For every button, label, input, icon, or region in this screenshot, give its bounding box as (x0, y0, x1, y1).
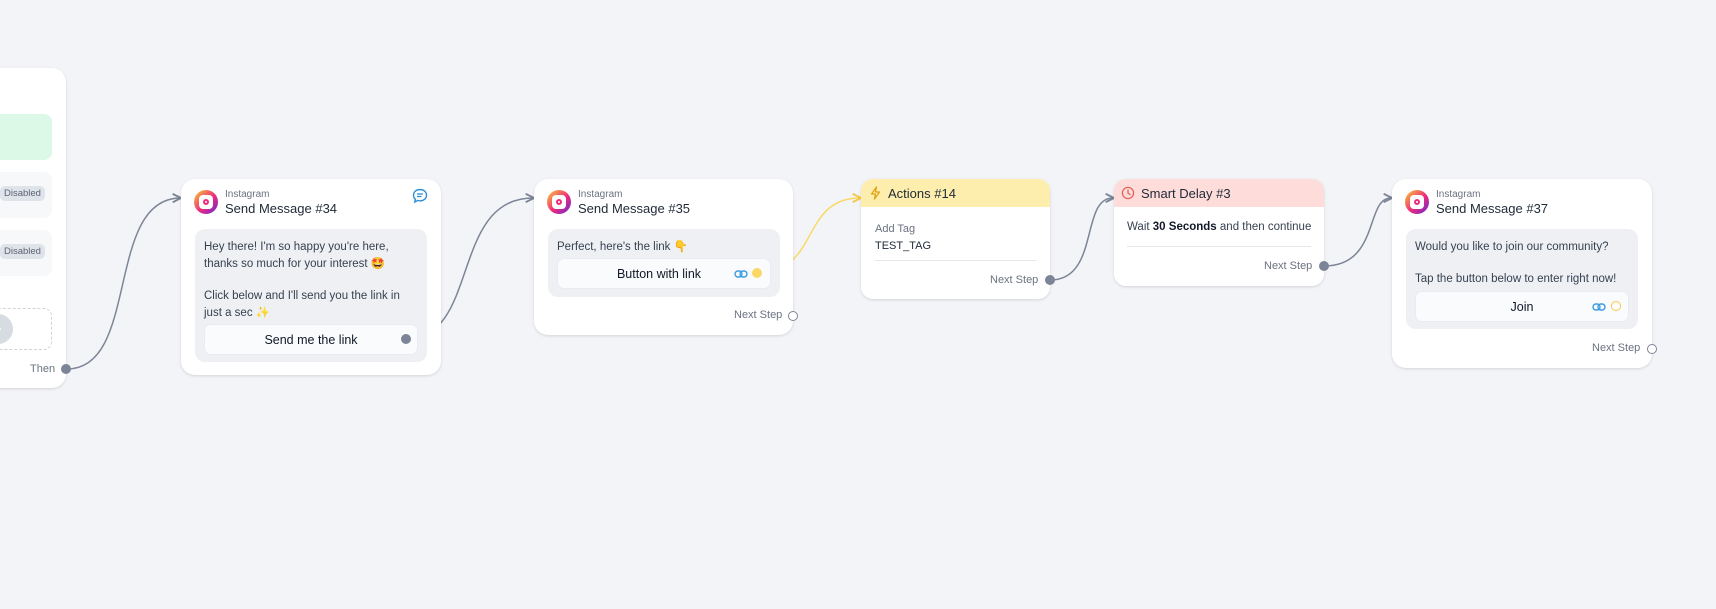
then-port[interactable] (61, 364, 71, 374)
join-button[interactable]: Join (1416, 292, 1628, 321)
delay-duration: 30 Seconds (1152, 221, 1217, 233)
node-title: Actions #14 (888, 186, 956, 201)
button-with-link[interactable]: Button with link (558, 259, 770, 288)
connector-then-to-msg34 (66, 198, 180, 370)
node-title: Send Message #37 (1436, 201, 1549, 216)
message-line: just a sec ✨ (204, 307, 271, 319)
delay-text-prefix: Wait (1127, 221, 1153, 233)
next-step-label: Next Step (734, 309, 783, 321)
option-row-1[interactable]: Disabled (0, 172, 52, 218)
node-header: Instagram Send Message #37 (1392, 179, 1652, 217)
node-actions-14[interactable]: Actions #14 Add Tag TEST_TAG Next Step (861, 179, 1050, 299)
message-line: Click below and I'll send you the link i… (204, 290, 400, 302)
button-label: Button with link (616, 266, 702, 281)
node-title: Send Message #35 (578, 201, 691, 216)
next-step-label: Next Step (1592, 342, 1641, 354)
next-step-port[interactable] (1319, 261, 1329, 271)
connector-delay3-to-msg37 (1323, 198, 1391, 267)
next-step-port[interactable] (1647, 344, 1657, 354)
link-icon (1592, 303, 1606, 311)
chat-bubble-icon[interactable] (412, 188, 428, 204)
chevron-right-icon[interactable] (0, 314, 13, 344)
flow-canvas[interactable]: Disabled Disabled Then Instagram Send Me… (0, 0, 1716, 609)
add-option-dashed[interactable] (0, 308, 52, 350)
divider (1127, 246, 1311, 247)
action-label: Add Tag (875, 223, 916, 235)
send-me-the-link-button[interactable]: Send me the link (205, 325, 417, 354)
message-line: Hey there! I'm so happy you're here, (204, 241, 389, 253)
button-label: Join (1510, 299, 1534, 314)
then-label: Then (30, 363, 56, 375)
clock-icon (1121, 186, 1135, 200)
link-icon (734, 270, 748, 278)
node-send-message-34[interactable]: Instagram Send Message #34 Hey there! I'… (181, 179, 441, 375)
message-line: Would you like to join our community? (1415, 241, 1609, 253)
next-step-label: Next Step (990, 274, 1039, 286)
next-step-port[interactable] (1045, 275, 1055, 285)
instagram-icon (194, 190, 218, 214)
disabled-badge: Disabled (0, 244, 45, 259)
divider (875, 260, 1036, 261)
platform-label: Instagram (1436, 189, 1481, 200)
node-header: Instagram Send Message #35 (534, 179, 793, 217)
instagram-icon (1405, 190, 1429, 214)
node-send-message-35[interactable]: Instagram Send Message #35 Perfect, here… (534, 179, 793, 335)
platform-label: Instagram (578, 189, 623, 200)
lightning-icon (870, 186, 881, 200)
message-line: thanks so much for your interest 🤩 (204, 258, 386, 270)
disabled-badge: Disabled (0, 186, 45, 201)
message-line: Perfect, here's the link 👇 (557, 241, 688, 253)
green-option[interactable] (0, 114, 52, 160)
link-button-port[interactable] (752, 268, 762, 278)
platform-label: Instagram (225, 189, 270, 200)
join-button-port[interactable] (1611, 301, 1621, 311)
actions-header: Actions #14 (861, 179, 1050, 207)
node-title: Smart Delay #3 (1141, 186, 1231, 201)
node-send-message-37[interactable]: Instagram Send Message #37 Would you lik… (1392, 179, 1652, 368)
node-title: Send Message #34 (225, 201, 338, 216)
connector-actions14-to-delay3 (1049, 198, 1113, 281)
button-port[interactable] (401, 334, 411, 344)
node-header: Instagram Send Message #34 (181, 179, 441, 217)
delay-text-suffix: and then continue (1216, 221, 1312, 233)
trigger-card[interactable]: Disabled Disabled Then (0, 68, 66, 388)
node-smart-delay-3[interactable]: Smart Delay #3 Wait 30 Seconds and then … (1114, 179, 1324, 286)
option-row-2[interactable]: Disabled (0, 230, 52, 276)
action-value: TEST_TAG (875, 240, 932, 252)
message-line: Tap the button below to enter right now! (1415, 273, 1617, 285)
next-step-port[interactable] (788, 311, 798, 321)
delay-text: Wait 30 Seconds and then continue (1127, 221, 1311, 233)
delay-header: Smart Delay #3 (1114, 179, 1324, 207)
instagram-icon (547, 190, 571, 214)
next-step-label: Next Step (1264, 260, 1313, 272)
